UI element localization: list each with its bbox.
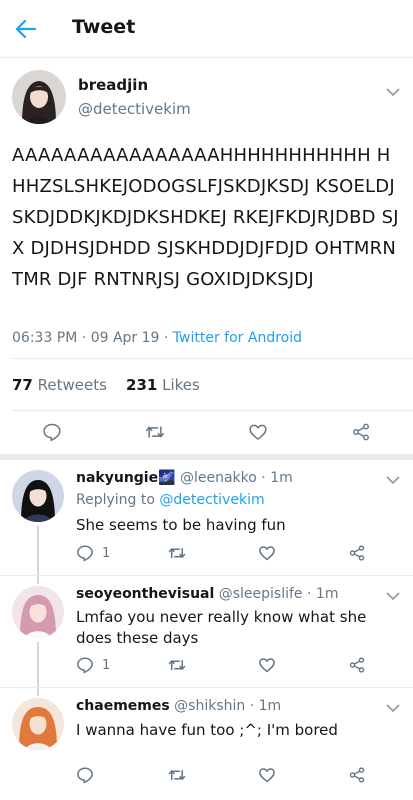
reply-author-name[interactable]: nakyungie🌌 (76, 470, 176, 486)
reply-button[interactable]: 1 (76, 544, 110, 562)
retweet-button[interactable] (143, 420, 167, 444)
avatar[interactable] (12, 698, 64, 750)
chevron-down-icon[interactable] (385, 86, 401, 98)
avatar[interactable] (12, 470, 64, 522)
tweet-text: AAAAAAAAAAAAAAAAHHHHHHHHHHH HHHZSLSHKEJO… (12, 145, 399, 290)
heart-icon (259, 768, 275, 783)
reply-count: 1 (102, 545, 111, 561)
retweet-button[interactable] (168, 544, 186, 562)
reply-button[interactable] (40, 420, 64, 444)
retweet-count: 77 (12, 376, 33, 394)
reply-header: chaememes @shikshin · 1m (76, 698, 281, 714)
reply-button[interactable]: 1 (76, 656, 110, 674)
reply-header: nakyungie🌌 @leenakko · 1m (76, 470, 293, 486)
reply-author-name[interactable]: seoyeonthevisual (76, 586, 214, 602)
avatar[interactable] (12, 70, 66, 124)
divider (12, 410, 413, 411)
meta-separator: · (307, 586, 316, 602)
tweet-meta: 06:33 PM · 09 Apr 19 · Twitter for Andro… (12, 330, 302, 346)
like-button[interactable] (246, 420, 270, 444)
tweet-actions (0, 420, 413, 450)
reply-time: 1m (315, 586, 339, 602)
reply-time: 1m (258, 698, 282, 714)
retweet-button[interactable] (168, 656, 186, 674)
reply-item[interactable]: chaememes @shikshin · 1m I wanna have fu… (0, 688, 413, 800)
share-button[interactable] (348, 766, 366, 784)
reply-author-name[interactable]: chaememes (76, 698, 170, 714)
like-button[interactable] (258, 766, 276, 784)
retweet-icon (168, 659, 186, 671)
arrow-left-icon (16, 20, 36, 38)
tweet-stats: 77 Retweets 231 Likes (12, 376, 200, 394)
reply-button[interactable] (76, 766, 94, 784)
divider (12, 358, 413, 359)
tweet-client-link[interactable]: Twitter for Android (173, 330, 302, 346)
share-icon (349, 545, 365, 561)
reply-time: 1m (270, 470, 293, 486)
reply-icon (77, 545, 93, 562)
retweet-icon (168, 547, 186, 559)
likes-label: Likes (162, 376, 200, 394)
tweet-time: 06:33 PM (12, 330, 78, 346)
retweet-button[interactable] (168, 766, 186, 784)
reply-author-handle[interactable]: @shikshin (174, 698, 245, 714)
heart-icon (259, 546, 275, 561)
thread-line (37, 688, 39, 696)
like-button[interactable] (258, 656, 276, 674)
retweet-icon (168, 769, 186, 781)
heart-icon (249, 424, 267, 440)
author-name[interactable]: breadjin (78, 76, 148, 94)
reply-actions: 1 (76, 544, 376, 566)
thread-line (37, 642, 39, 688)
retweets-label: Retweets (37, 376, 107, 394)
retweet-icon (145, 426, 165, 438)
like-button[interactable] (258, 544, 276, 562)
replying-to: Replying to @detectivekim (76, 492, 265, 508)
page-title: Tweet (72, 16, 136, 38)
reply-text: Lmfao you never really know what she doe… (76, 608, 367, 647)
meta-separator: · (163, 330, 173, 346)
reply-icon (77, 657, 93, 674)
reply-actions: 1 (76, 656, 376, 678)
share-icon (349, 767, 365, 783)
thread-line (37, 576, 39, 584)
heart-icon (259, 658, 275, 673)
replying-to-mention[interactable]: @detectivekim (159, 492, 264, 508)
share-button[interactable] (348, 656, 366, 674)
reply-text: I wanna have fun too ;^; I'm bored (76, 721, 338, 739)
like-count: 231 (126, 376, 158, 394)
reply-actions (76, 766, 376, 788)
share-icon (353, 423, 369, 441)
chevron-down-icon[interactable] (385, 702, 401, 714)
back-button[interactable] (14, 17, 38, 41)
replying-to-prefix: Replying to (76, 492, 155, 508)
avatar[interactable] (12, 586, 64, 638)
reply-text: She seems to be having fun (76, 516, 286, 534)
top-bar: Tweet (0, 0, 413, 58)
chevron-down-icon[interactable] (385, 474, 401, 486)
reply-icon (43, 423, 61, 442)
retweet-count-link[interactable]: 77 Retweets (12, 376, 107, 394)
reply-item[interactable]: nakyungie🌌 @leenakko · 1m Replying to @d… (0, 460, 413, 576)
meta-separator: · (261, 470, 271, 486)
meta-separator: · (81, 330, 91, 346)
reply-author-handle[interactable]: @sleepislife (219, 586, 303, 602)
like-count-link[interactable]: 231 Likes (126, 376, 200, 394)
meta-separator: · (249, 698, 259, 714)
reply-header: seoyeonthevisual @sleepislife · 1m (76, 586, 338, 602)
tweet-date: 09 Apr 19 (90, 330, 160, 346)
reply-count: 1 (102, 657, 111, 673)
reply-item[interactable]: seoyeonthevisual @sleepislife · 1m Lmfao… (0, 576, 413, 688)
share-button[interactable] (349, 420, 373, 444)
author-handle[interactable]: @detectivekim (78, 100, 191, 118)
reply-icon (77, 767, 93, 784)
share-button[interactable] (348, 544, 366, 562)
share-icon (349, 657, 365, 673)
thread-line (37, 526, 39, 576)
reply-author-handle[interactable]: @leenakko (180, 470, 257, 486)
chevron-down-icon[interactable] (385, 590, 401, 602)
